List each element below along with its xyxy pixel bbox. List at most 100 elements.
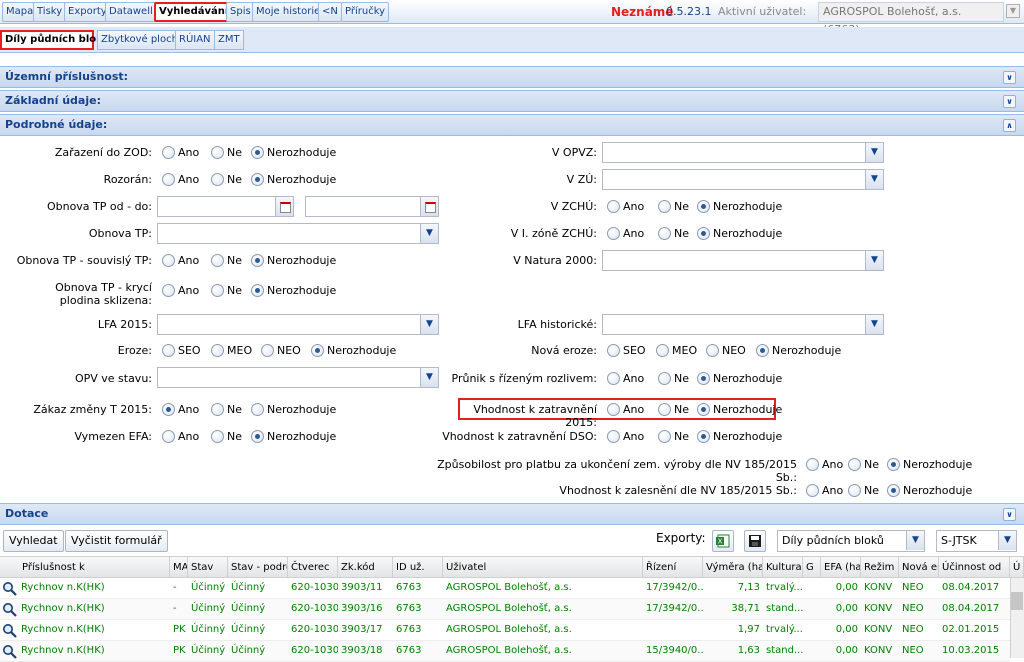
obnova-od-date[interactable]: [157, 196, 294, 217]
tab-previous[interactable]: <N: [318, 2, 342, 22]
col-stav-podrobny[interactable]: Stav - podro: [228, 557, 288, 578]
section-zakladni-udaje[interactable]: Základní údaje: ∨: [0, 90, 1024, 112]
chevron-down-icon[interactable]: ▼: [865, 251, 883, 270]
subtab-ruian[interactable]: RÚIAN: [175, 30, 215, 50]
opvz-combo[interactable]: ▼: [602, 142, 884, 163]
user-dropdown-icon[interactable]: ▼: [1006, 4, 1020, 18]
expand-icon[interactable]: ∨: [1003, 508, 1016, 521]
col-stav[interactable]: Stav: [188, 557, 228, 578]
search-button[interactable]: Vyhledat: [3, 530, 64, 552]
kryci-radio-nerozhoduje[interactable]: [251, 284, 264, 297]
export-layer-select[interactable]: Díly půdních bloků ▼: [777, 530, 925, 552]
eroze-radio-neo[interactable]: [261, 344, 274, 357]
table-row[interactable]: Rychnov n.K(HK) - Účinný Účinný 620-1030…: [0, 599, 1010, 620]
nova-eroze-radio-meo[interactable]: [656, 344, 669, 357]
rozoran-radio-ano[interactable]: [162, 173, 175, 186]
efa-radio-ano[interactable]: [162, 430, 175, 443]
ukonceni-radio-ano[interactable]: [806, 458, 819, 471]
zchu-radio-ano[interactable]: [607, 200, 620, 213]
chevron-down-icon[interactable]: ▼: [865, 143, 883, 162]
col-rezim[interactable]: Režim E: [861, 557, 899, 578]
kryci-radio-ano[interactable]: [162, 284, 175, 297]
ukonceni-radio-ne[interactable]: [848, 458, 861, 471]
col-zkkod[interactable]: Zk.kód: [338, 557, 393, 578]
zona1-radio-nerozhoduje[interactable]: [697, 227, 710, 240]
obnova-do-date[interactable]: [305, 196, 439, 217]
chevron-down-icon[interactable]: ▼: [420, 224, 438, 243]
magnifier-icon[interactable]: [2, 581, 17, 596]
grid-scrollbar-thumb[interactable]: [1011, 592, 1023, 610]
chevron-down-icon[interactable]: ▼: [906, 531, 924, 550]
tab-mapa[interactable]: Mapa: [2, 2, 38, 22]
eroze-radio-meo[interactable]: [211, 344, 224, 357]
grid-scrollbar[interactable]: [1010, 578, 1024, 658]
tab-vyhledavani[interactable]: Vyhledávání: [154, 2, 234, 22]
chevron-down-icon[interactable]: ▼: [420, 368, 438, 387]
col-ucinnost-od[interactable]: Účinnost od: [939, 557, 1010, 578]
ukonceni-radio-nerozhoduje[interactable]: [887, 458, 900, 471]
table-row[interactable]: Rychnov n.K(HK) PK Účinný Účinný 620-103…: [0, 620, 1010, 641]
crs-select[interactable]: S-JTSK ▼: [936, 530, 1017, 552]
clear-form-button[interactable]: Vyčistit formulář: [65, 530, 168, 552]
obnova-tp-combo[interactable]: ▼: [157, 223, 439, 244]
calendar-icon[interactable]: [420, 197, 438, 216]
tab-exporty[interactable]: Exporty: [64, 2, 111, 22]
col-id-uzivatele[interactable]: ID už.: [393, 557, 443, 578]
col-kultura[interactable]: Kultura: [763, 557, 803, 578]
tab-moje-historie[interactable]: Moje historie: [252, 2, 325, 22]
nova-eroze-radio-seo[interactable]: [607, 344, 620, 357]
zod-radio-ne[interactable]: [211, 146, 224, 159]
rozoran-radio-nerozhoduje[interactable]: [251, 173, 264, 186]
zchu-radio-nerozhoduje[interactable]: [697, 200, 710, 213]
col-u[interactable]: Ú: [1010, 557, 1024, 578]
nova-eroze-radio-nerozhoduje[interactable]: [756, 344, 769, 357]
section-uzemni-prislusnost[interactable]: Územní příslušnost: ∨: [0, 66, 1024, 88]
natura-combo[interactable]: ▼: [602, 250, 884, 271]
souvisly-radio-nerozhoduje[interactable]: [251, 254, 264, 267]
table-row[interactable]: Rychnov n.K(HK) - Účinný Účinný 620-1030…: [0, 578, 1010, 599]
zatravneni-2015-radio-ne[interactable]: [658, 403, 671, 416]
eroze-radio-seo[interactable]: [162, 344, 175, 357]
zchu-radio-ne[interactable]: [658, 200, 671, 213]
col-prislusnost[interactable]: Příslušnost k: [0, 557, 170, 578]
col-vymera[interactable]: Výměra (ha): [703, 557, 763, 578]
efa-radio-ne[interactable]: [211, 430, 224, 443]
zatravneni-dso-radio-ano[interactable]: [607, 430, 620, 443]
zalesneni-radio-ne[interactable]: [848, 484, 861, 497]
excel-export-icon[interactable]: X: [712, 530, 734, 552]
col-ctverec[interactable]: Čtverec: [288, 557, 338, 578]
zatravneni-dso-radio-ne[interactable]: [658, 430, 671, 443]
souvisly-radio-ne[interactable]: [211, 254, 224, 267]
nova-eroze-radio-neo[interactable]: [706, 344, 719, 357]
subtab-dily-pudnich-bloku[interactable]: Díly půdních bloků: [0, 30, 110, 50]
zona1-radio-ano[interactable]: [607, 227, 620, 240]
lfa2015-combo[interactable]: ▼: [157, 314, 439, 335]
zakaz-radio-nerozhoduje[interactable]: [251, 403, 264, 416]
lfa-historicke-combo[interactable]: ▼: [602, 314, 884, 335]
zu-combo[interactable]: ▼: [602, 169, 884, 190]
chevron-down-icon[interactable]: ▼: [865, 170, 883, 189]
prunik-radio-ano[interactable]: [607, 372, 620, 385]
col-ma[interactable]: MA: [170, 557, 188, 578]
zalesneni-radio-ano[interactable]: [806, 484, 819, 497]
efa-radio-nerozhoduje[interactable]: [251, 430, 264, 443]
save-icon[interactable]: [744, 530, 766, 552]
subtab-zmt[interactable]: ZMT: [214, 30, 244, 50]
tab-spis[interactable]: Spis: [226, 2, 255, 22]
kryci-radio-ne[interactable]: [211, 284, 224, 297]
expand-icon[interactable]: ∨: [1003, 71, 1016, 84]
magnifier-icon[interactable]: [2, 644, 17, 659]
magnifier-icon[interactable]: [2, 623, 17, 638]
table-row[interactable]: Rychnov n.K(HK) PK Účinný Účinný 620-103…: [0, 641, 1010, 662]
section-dotace[interactable]: Dotace ∨: [0, 503, 1024, 525]
calendar-icon[interactable]: [275, 197, 293, 216]
zatravneni-dso-radio-nerozhoduje[interactable]: [697, 430, 710, 443]
chevron-down-icon[interactable]: ▼: [420, 315, 438, 334]
souvisly-radio-ano[interactable]: [162, 254, 175, 267]
rozoran-radio-ne[interactable]: [211, 173, 224, 186]
zatravneni-2015-radio-nerozhoduje[interactable]: [697, 403, 710, 416]
zatravneni-2015-radio-ano[interactable]: [607, 403, 620, 416]
prunik-radio-ne[interactable]: [658, 372, 671, 385]
magnifier-icon[interactable]: [2, 602, 17, 617]
col-rizeni[interactable]: Řízení: [643, 557, 703, 578]
